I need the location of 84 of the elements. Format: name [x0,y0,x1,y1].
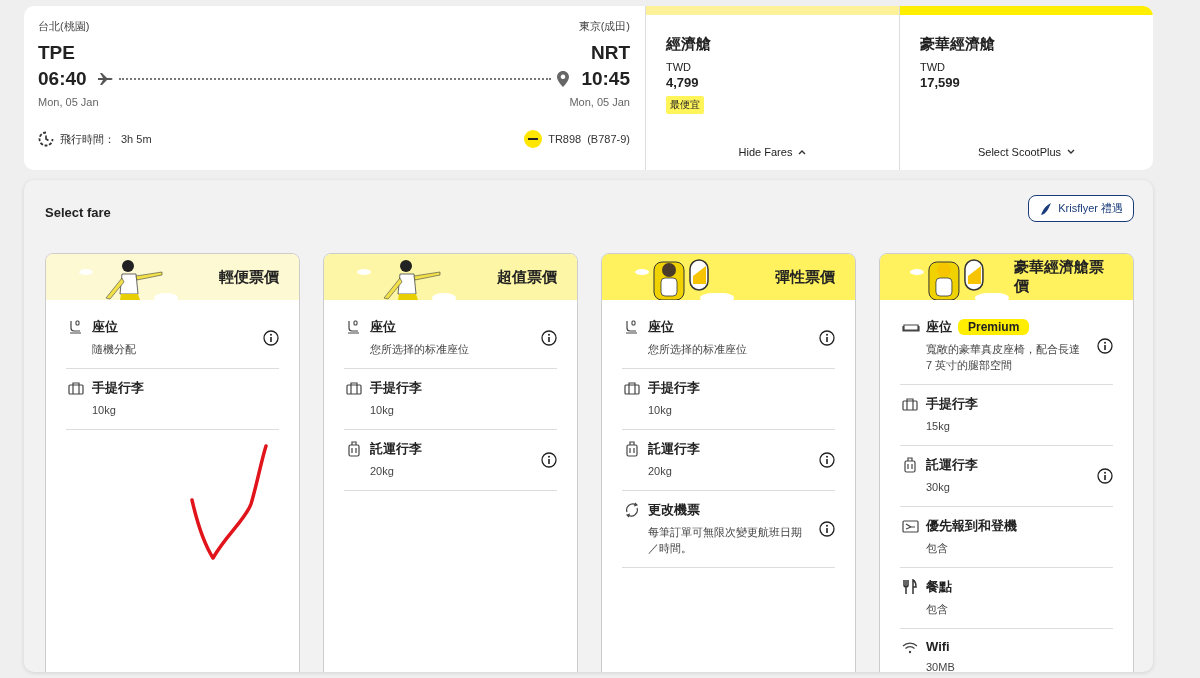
feature-detail: 10kg [370,402,395,418]
feature-title: 手提行李 [92,378,144,397]
feature-title: 座位 [370,318,396,336]
airport-code: NRT [590,42,630,64]
feature-detail: 您所选择的标准座位 [648,342,748,357]
feature-detail: 您所选择的标准座位 [370,342,470,357]
info-icon[interactable] [1097,467,1113,484]
currency-label: TWD [920,61,946,73]
feature-title: 託運行李 [926,455,978,474]
briefcase-icon [68,379,86,396]
feature-detail: 20kg [370,463,395,479]
feature-title: 優先報到和登機 [926,516,1017,535]
cabin-fare-column[interactable]: 豪華經濟艙 TWD 17,599 Select ScootPlus [899,6,1153,170]
price: 17,599 [920,75,960,90]
chevron-up-icon [798,149,807,155]
feature-title: 手提行李 [926,394,978,413]
feature-title: 手提行李 [648,378,700,397]
airport-code: TPE [38,42,75,64]
feature-detail: 10kg [92,402,117,418]
fare-card[interactable]: 輕便票價 座位 隨機分配 手提行李 10kg [45,253,300,672]
fare-card[interactable]: 豪華經濟艙票價 座位 Premium 寬敞的豪華真皮座椅，配合長達 7 英寸的腿部空間 手提行李 15kg 託運行李 30kg 優先報到和登機 包含 餐點 包含 Wifi 30MB [879,253,1134,672]
cabin-name: 經濟艙 [666,35,711,54]
fares-toggle[interactable]: Hide Fares [734,146,811,158]
info-icon[interactable] [263,329,279,346]
feature-title: 託運行李 [648,439,700,458]
fare-name: 彈性票價 [775,267,835,287]
departure-time: 06:40 [38,68,87,90]
fare-card[interactable]: 彈性票價 座位 您所选择的标准座位 手提行李 10kg 託運行李 20kg 更改機票 每筆訂單可無限次變更航班日期／時間。 [601,253,856,672]
chevron-down-icon [1067,149,1076,155]
airline-logo-icon [524,130,543,148]
info-icon[interactable] [1097,337,1113,354]
section-title: Select fare [45,204,111,220]
fares-toggle[interactable]: Select ScootPlus [973,146,1080,158]
feature-title: 座位 [926,318,952,336]
info-icon[interactable] [819,329,835,346]
arrival-time: 10:45 [581,68,630,90]
feature-detail: 10kg [648,402,673,418]
duration-value: 3h 5m [121,133,152,145]
briefcase-icon [346,379,364,396]
fare-name: 豪華經濟艙票價 [1013,258,1105,296]
fare-name: 超值票價 [497,267,557,287]
price: 4,799 [666,75,699,90]
feature-title: 託運行李 [370,439,422,458]
feature-detail: 20kg [648,463,673,479]
clock-icon [38,131,54,147]
briefcase-icon [624,379,642,396]
currency-label: TWD [666,61,692,73]
city-label: 東京(成田) [578,19,630,34]
fork-knife-icon [902,578,920,595]
briefcase-icon [902,395,920,412]
cheapest-tag: 最便宜 [666,96,704,114]
feature-title: 座位 [92,318,118,336]
feature-detail: 隨機分配 [92,342,137,357]
info-icon[interactable] [541,329,557,346]
aircraft-type: (B787-9) [587,133,630,145]
fare-name: 輕便票價 [219,267,279,287]
feature-detail: 15kg [926,418,951,434]
feature-detail: 包含 [926,540,949,556]
location-pin-icon [557,71,570,87]
info-icon[interactable] [819,451,835,468]
city-label: 台北(桃園) [38,19,90,34]
feature-detail: 30kg [926,479,951,495]
feature-title: 更改機票 [648,500,700,519]
feature-title: 餐點 [926,577,952,596]
date-label: Mon, 05 Jan [38,96,99,108]
feature-detail: 每筆訂單可無限次變更航班日期／時間。 [648,524,803,556]
feature-title: 手提行李 [370,378,422,397]
boarding-pass-icon [902,517,920,534]
feature-detail: 包含 [926,601,949,617]
info-icon[interactable] [541,451,557,468]
cabin-name: 豪華經濟艙 [920,35,995,54]
plane-icon [96,72,113,86]
flight-number: TR898 [548,133,582,145]
krisflyer-button[interactable]: Krisflyer 禮遇 [1028,195,1134,222]
cabin-fare-column[interactable]: 經濟艙 TWD 4,799 最便宜 Hide Fares [645,6,899,170]
info-icon[interactable] [819,520,835,537]
feature-title: Wifi [926,638,950,654]
fare-card[interactable]: 超值票價 座位 您所选择的标准座位 手提行李 10kg 託運行李 20kg [323,253,578,672]
feature-title: 座位 [648,318,674,336]
feature-detail: 寬敞的豪華真皮座椅，配合長達 7 英寸的腿部空間 [926,342,1081,373]
duration-label: 飛行時間： [60,131,115,147]
premium-tag: Premium [958,319,1030,335]
feature-detail: 30MB [926,659,956,672]
date-label: Mon, 05 Jan [569,96,630,108]
